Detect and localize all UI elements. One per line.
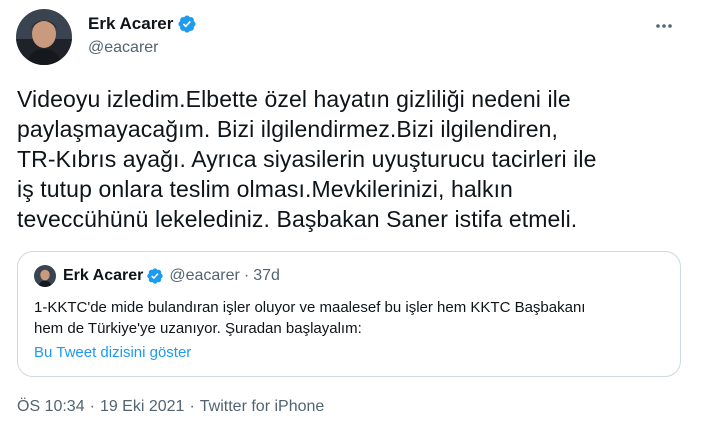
quoted-tweet[interactable]: Erk Acarer @eacarer · 37d 1-KKTC'de mide… xyxy=(17,251,681,377)
dot-separator: · xyxy=(89,398,95,415)
more-dots-icon[interactable] xyxy=(652,14,676,38)
tweet-time[interactable]: ÖS 10:34 xyxy=(17,398,85,416)
tweet: Erk Acarer @eacarer Videoyu izledim.Elbe… xyxy=(0,0,706,431)
quoted-tweet-text: 1-KKTC'de mide bulandıran işler oluyor v… xyxy=(34,299,586,337)
dot-separator: · xyxy=(189,398,195,415)
tweet-date[interactable]: 19 Eki 2021 xyxy=(100,398,185,416)
verified-badge-icon xyxy=(177,14,197,34)
quoted-author-avatar xyxy=(34,265,56,287)
tweet-source[interactable]: Twitter for iPhone xyxy=(200,398,325,416)
quoted-tweet-time[interactable]: 37d xyxy=(253,267,280,285)
quoted-author-name: Erk Acarer xyxy=(63,267,144,284)
tweet-meta: ÖS 10:34 · 19 Eki 2021 · Twitter for iPh… xyxy=(17,398,324,416)
dot-separator: · xyxy=(243,267,250,284)
quoted-author-handle: @eacarer xyxy=(169,267,240,284)
verified-badge-icon xyxy=(146,267,164,285)
show-thread-link[interactable]: Bu Tweet dizisini göster xyxy=(34,344,191,361)
quoted-tweet-header: Erk Acarer @eacarer · 37d xyxy=(34,265,280,287)
author-handle[interactable]: @eacarer xyxy=(88,39,197,57)
author-avatar[interactable] xyxy=(16,9,72,65)
tweet-text: Videoyu izledim.Elbette özel hayatın giz… xyxy=(17,86,597,232)
author-info: Erk Acarer @eacarer xyxy=(88,12,197,57)
author-name[interactable]: Erk Acarer xyxy=(88,14,173,34)
